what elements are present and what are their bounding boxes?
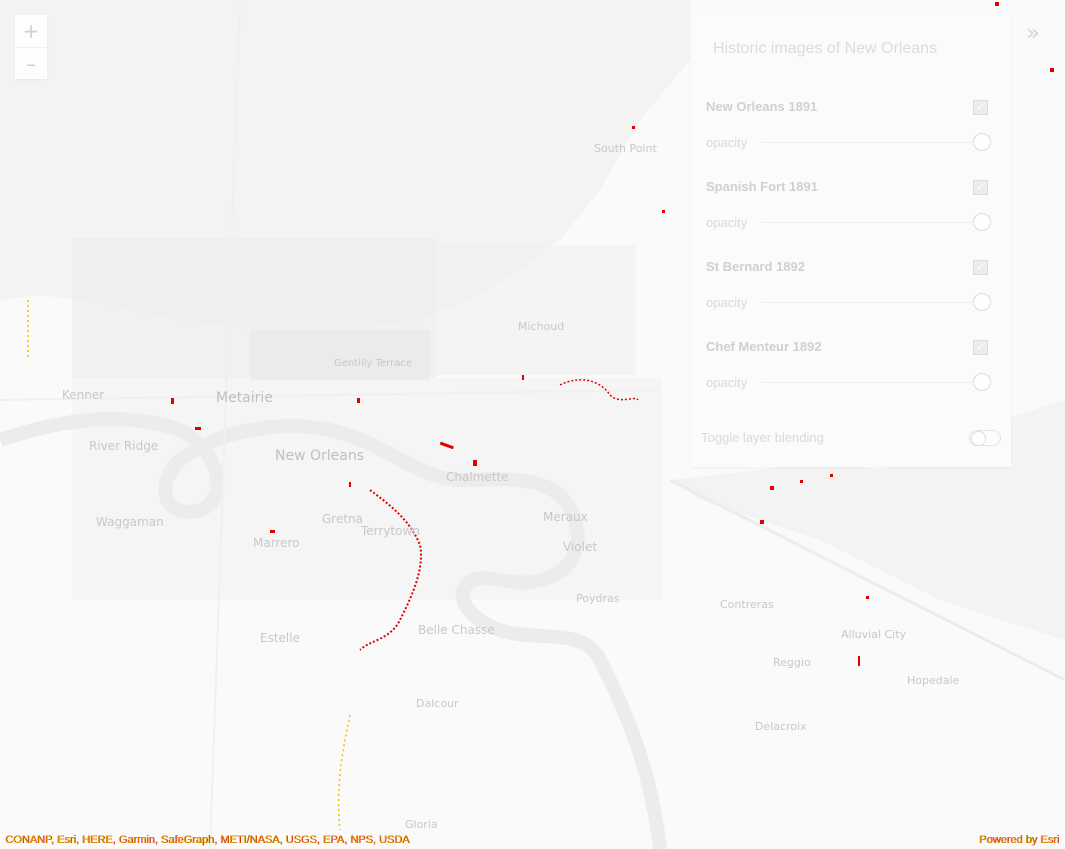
opacity-row: opacity [706, 367, 996, 397]
place-label-gretna: Gretna [322, 512, 364, 526]
zoom-in-button[interactable]: + [15, 15, 47, 47]
map-view[interactable]: South Point Michoud Gentilly Terrace Ken… [0, 0, 1065, 849]
place-label-chalmette: Chalmette [446, 470, 509, 484]
place-label-gentilly-terrace: Gentilly Terrace [334, 358, 412, 369]
overlay-chef-menteur [436, 245, 636, 375]
slider-thumb[interactable] [973, 373, 991, 391]
layer-row: Spanish Fort 1891 ✓ [706, 173, 996, 201]
opacity-row: opacity [706, 207, 996, 237]
highlight-path [337, 714, 351, 831]
overlay-spanish-fort [250, 330, 430, 380]
double-chevron-right-icon: » [1026, 20, 1040, 46]
opacity-label: opacity [706, 375, 748, 390]
opacity-slider[interactable] [761, 293, 991, 311]
place-label-new-orleans: New Orleans [275, 448, 365, 464]
powered-by-link[interactable]: Powered by Esri [979, 834, 1059, 846]
place-label-michoud: Michoud [518, 320, 565, 333]
attribution-bar: CONANP, Esri, HERE, Garmin, SafeGraph, M… [0, 832, 1065, 849]
slider-thumb[interactable] [973, 213, 991, 231]
layer-checkbox[interactable]: ✓ [973, 340, 988, 355]
layer-name: New Orleans 1891 [706, 99, 818, 114]
layer-panel: Historic images of New Orleans New Orlea… [691, 15, 1011, 467]
place-label-kenner: Kenner [62, 388, 105, 402]
place-label-belle-chasse: Belle Chasse [418, 623, 495, 637]
place-label-marrero: Marrero [253, 536, 300, 550]
layer-row: Chef Menteur 1892 ✓ [706, 333, 996, 361]
layer-checkbox[interactable]: ✓ [973, 100, 988, 115]
opacity-row: opacity [706, 287, 996, 317]
place-label-contreras: Contreras [720, 598, 774, 611]
layer-checkbox[interactable]: ✓ [973, 260, 988, 275]
zoom-control: + – [15, 15, 47, 79]
place-label-delacroix: Delacroix [755, 720, 807, 733]
layer-row: St Bernard 1892 ✓ [706, 253, 996, 281]
place-label-metairie: Metairie [216, 390, 273, 406]
layer-name: Chef Menteur 1892 [706, 339, 822, 354]
place-label-violet: Violet [563, 540, 598, 554]
slider-thumb[interactable] [973, 133, 991, 151]
place-label-terrytown: Terrytown [361, 524, 420, 538]
place-label-south-point: South Point [594, 142, 657, 155]
layer-row: New Orleans 1891 ✓ [706, 93, 996, 121]
opacity-slider[interactable] [761, 133, 991, 151]
opacity-row: opacity [706, 127, 996, 157]
opacity-label: opacity [706, 215, 748, 230]
layer-checkbox[interactable]: ✓ [973, 180, 988, 195]
opacity-label: opacity [706, 295, 748, 310]
place-label-alluvial-city: Alluvial City [841, 628, 907, 641]
blend-row: Toggle layer blending [701, 427, 1001, 451]
zoom-out-button[interactable]: – [15, 47, 47, 80]
layer-name: Spanish Fort 1891 [706, 179, 818, 194]
place-label-waggaman: Waggaman [96, 515, 164, 529]
opacity-slider[interactable] [761, 373, 991, 391]
attribution-text[interactable]: CONANP, Esri, HERE, Garmin, SafeGraph, M… [5, 834, 409, 846]
place-label-reggio: Reggio [773, 656, 811, 669]
place-label-estelle: Estelle [260, 631, 300, 645]
place-label-poydras: Poydras [576, 592, 620, 605]
place-label-gloria: Gloria [405, 818, 438, 831]
opacity-label: opacity [706, 135, 748, 150]
place-label-dalcour: Dalcour [416, 697, 459, 710]
slider-thumb[interactable] [973, 293, 991, 311]
panel-title: Historic images of New Orleans [713, 40, 938, 57]
place-label-river-ridge: River Ridge [89, 439, 159, 453]
place-label-meraux: Meraux [543, 510, 588, 524]
layer-name: St Bernard 1892 [706, 259, 805, 274]
toggle-knob [971, 431, 986, 446]
opacity-slider[interactable] [761, 213, 991, 231]
blend-toggle[interactable] [969, 430, 1001, 446]
blend-label: Toggle layer blending [701, 430, 824, 445]
expand-panel-button[interactable]: » [1015, 15, 1051, 51]
place-label-hopedale: Hopedale [907, 674, 960, 687]
